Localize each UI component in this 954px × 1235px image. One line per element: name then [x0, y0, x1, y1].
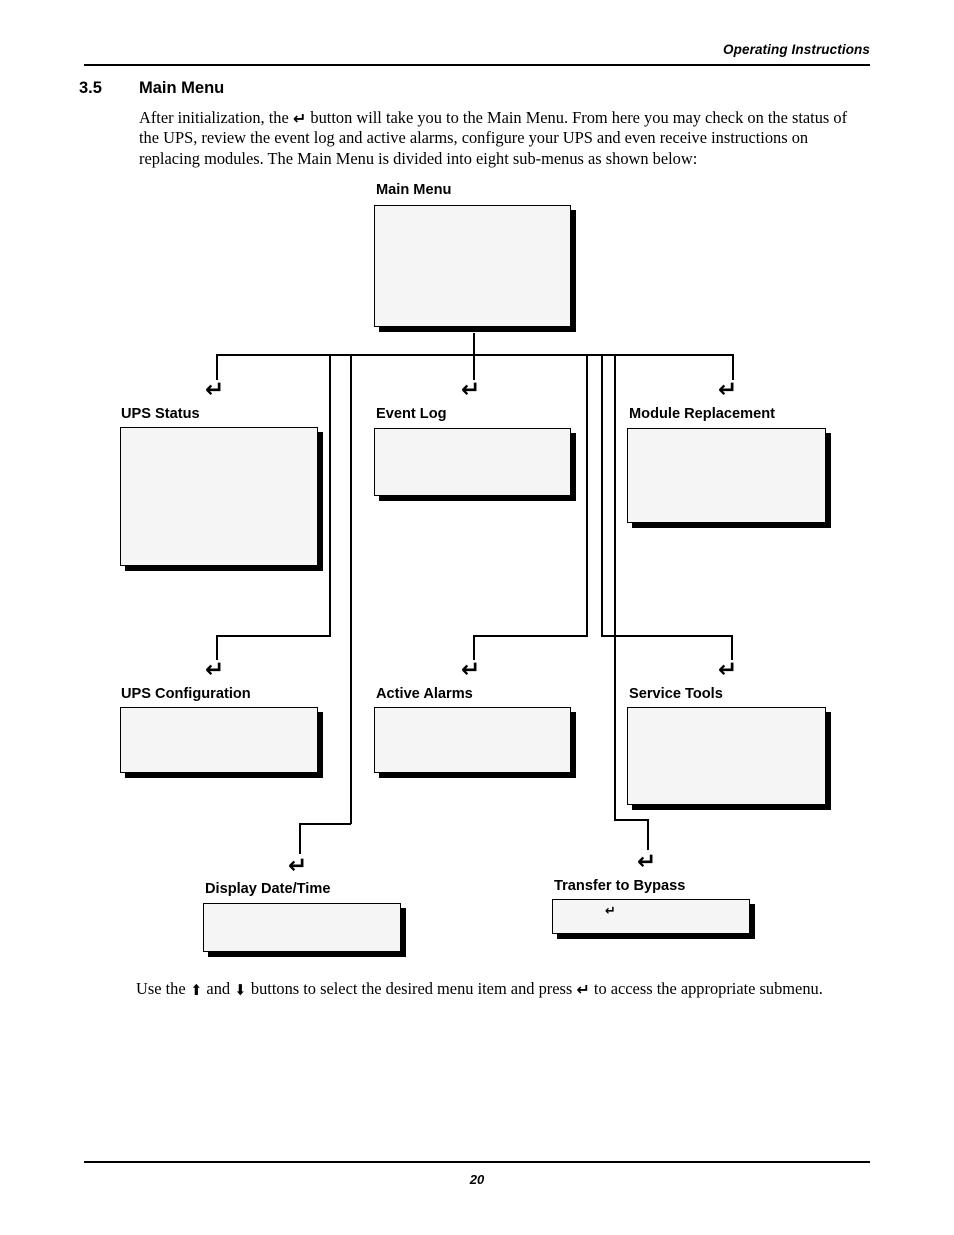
- screen-box-event-log[interactable]: [374, 428, 571, 496]
- connector-elbow-h-service-tools: [601, 635, 732, 637]
- outro-text-part1: Use the: [136, 979, 186, 998]
- enter-arrow-icon-ups-configuration: ↵: [205, 657, 225, 683]
- node-caption-service-tools: Service Tools: [629, 686, 723, 702]
- connector-riser-display-date-time: [350, 354, 352, 824]
- enter-arrow-icon-module-replacement: ↵: [718, 377, 738, 403]
- enter-arrow-icon-event-log: ↵: [461, 377, 481, 403]
- connector-elbow-v-display-date-time: [299, 823, 301, 854]
- arrow-down-icon: ⬇: [235, 981, 246, 999]
- page-title: Main Menu: [139, 79, 225, 97]
- connector-root-stem: [473, 333, 475, 355]
- node-caption-ups-status: UPS Status: [121, 406, 200, 422]
- connector-elbow-h-transfer-to-bypass: [614, 819, 649, 821]
- document-page: Operating Instructions 3.5 Main Menu Aft…: [0, 0, 954, 1235]
- outro-text-part2: and: [206, 979, 231, 998]
- enter-arrow-icon-inside-transfer-to-bypass: ↵: [605, 904, 616, 919]
- node-caption-display-date-time: Display Date/Time: [205, 881, 331, 897]
- connector-riser-ups-configuration: [329, 354, 331, 636]
- connector-elbow-h-active-alarms: [473, 635, 588, 637]
- header-rule: [84, 64, 870, 66]
- enter-arrow-icon: ↵: [292, 109, 307, 128]
- connector-elbow-h-display-date-time: [299, 823, 351, 825]
- screen-box-service-tools[interactable]: [627, 707, 826, 805]
- arrow-up-icon: ⬆: [190, 981, 202, 999]
- node-caption-active-alarms: Active Alarms: [376, 686, 473, 702]
- enter-arrow-icon-display-date-time: ↵: [288, 853, 308, 879]
- screen-box-main-menu[interactable]: [374, 205, 571, 327]
- connector-riser-transfer-to-bypass: [614, 354, 616, 820]
- outro-text-part3: buttons to select the desired menu item …: [250, 979, 573, 998]
- outro-text-part4: to access the appropriate submenu.: [593, 979, 823, 998]
- enter-arrow-icon-service-tools: ↵: [718, 657, 738, 683]
- section-number: 3.5: [79, 79, 102, 97]
- running-header: Operating Instructions: [723, 42, 870, 57]
- screen-box-active-alarms[interactable]: [374, 707, 571, 773]
- connector-elbow-h-ups-configuration: [216, 635, 331, 637]
- connector-elbow-v-transfer-to-bypass: [647, 819, 649, 850]
- footer-rule: [84, 1161, 870, 1163]
- connector-riser-service-tools: [601, 354, 603, 636]
- node-caption-transfer-to-bypass: Transfer to Bypass: [554, 878, 686, 894]
- screen-box-ups-configuration[interactable]: [120, 707, 318, 773]
- screen-box-ups-status[interactable]: [120, 427, 318, 566]
- enter-arrow-icon-active-alarms: ↵: [461, 657, 481, 683]
- screen-box-display-date-time[interactable]: [203, 903, 401, 952]
- enter-arrow-icon-outro: ↵: [576, 980, 590, 999]
- node-caption-ups-configuration: UPS Configuration: [121, 686, 251, 702]
- page-number: 20: [469, 1172, 485, 1187]
- outro-paragraph: Use the ⬆ and ⬇ buttons to select the de…: [136, 979, 854, 999]
- node-caption-event-log: Event Log: [376, 406, 447, 422]
- screen-box-module-replacement[interactable]: [627, 428, 826, 523]
- enter-arrow-icon-transfer-to-bypass: ↵: [637, 849, 657, 875]
- screen-box-transfer-to-bypass[interactable]: ↵: [552, 899, 750, 934]
- intro-paragraph: After initialization, the ↵ button will …: [139, 108, 864, 169]
- intro-text-part1: After initialization, the: [139, 108, 289, 127]
- connector-riser-active-alarms: [586, 354, 588, 636]
- node-caption-main-menu: Main Menu: [376, 182, 452, 198]
- enter-arrow-icon-ups-status: ↵: [205, 377, 225, 403]
- node-caption-module-replacement: Module Replacement: [629, 406, 775, 422]
